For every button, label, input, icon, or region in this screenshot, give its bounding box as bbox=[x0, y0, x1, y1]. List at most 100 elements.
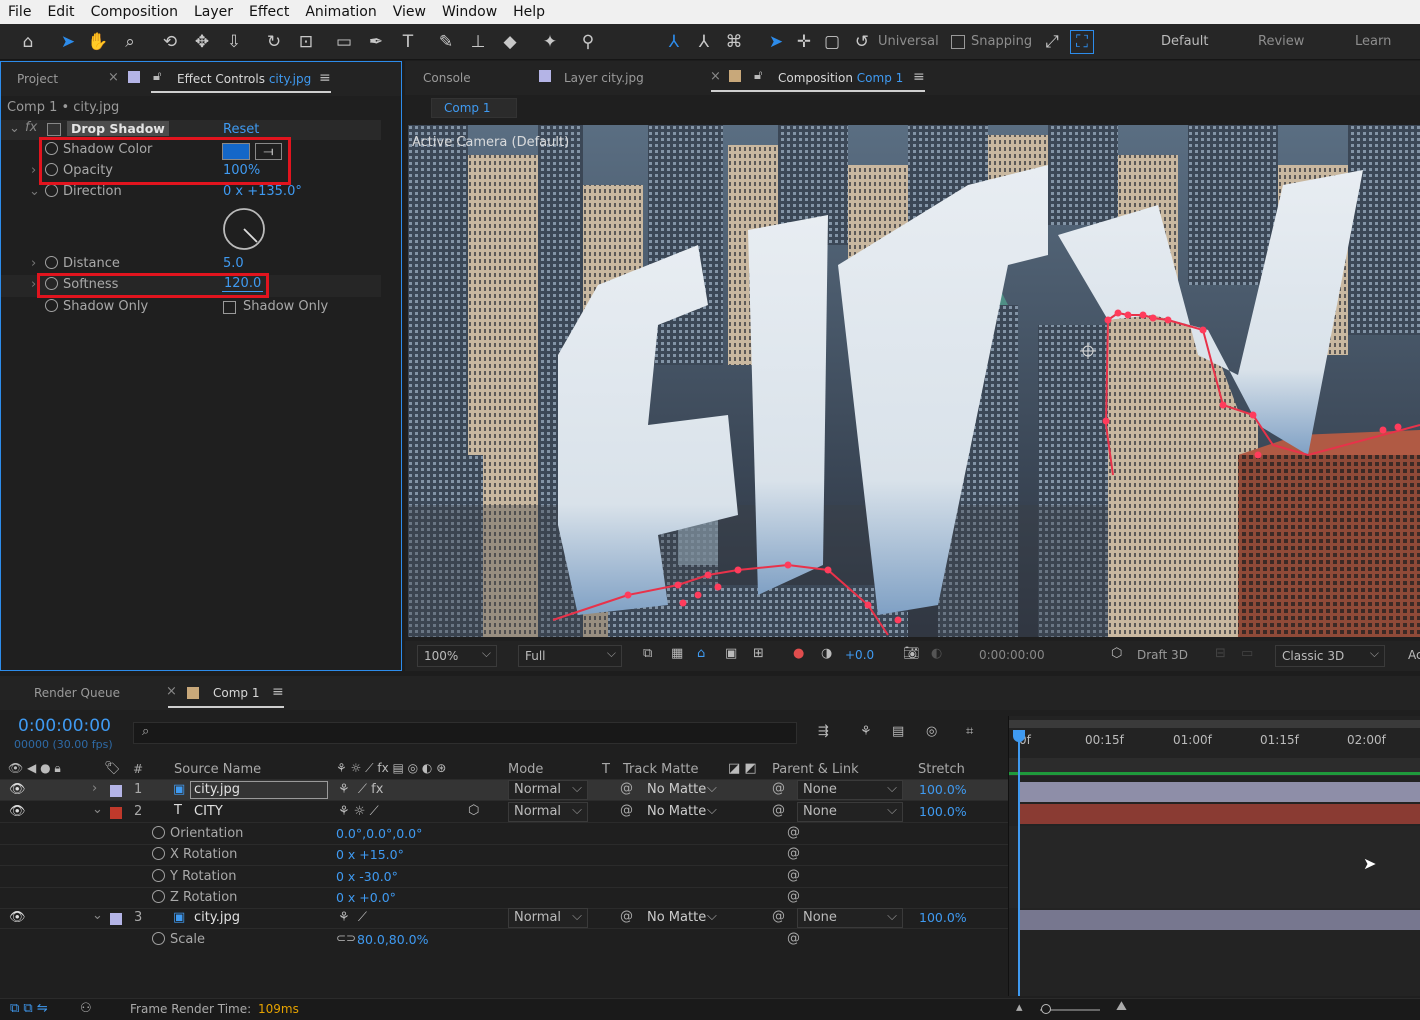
grid-guides-icon[interactable]: ⊞ bbox=[753, 646, 764, 661]
comp-mini-flowchart-icon[interactable]: ⇶ bbox=[818, 724, 829, 739]
layer-3-duration-bar[interactable] bbox=[1019, 910, 1420, 930]
expression-pickwhip-icon[interactable]: @ bbox=[787, 889, 800, 904]
stopwatch-icon[interactable] bbox=[152, 932, 165, 945]
3d-ground-plane-icon[interactable]: ⊟ bbox=[1215, 646, 1226, 661]
layer-name[interactable]: city.jpg bbox=[194, 910, 240, 925]
scale-value[interactable]: 80.0,80.0% bbox=[357, 932, 429, 947]
pan-behind-icon[interactable]: ⊡ bbox=[294, 30, 318, 54]
work-area-bar[interactable] bbox=[1009, 720, 1420, 728]
tab-effect-controls[interactable]: Effect Controls city.jpg bbox=[177, 72, 311, 86]
close-icon[interactable]: × bbox=[166, 684, 177, 699]
draft-3d-icon[interactable]: ⬡ bbox=[1111, 646, 1122, 661]
shadow-only-checkbox[interactable] bbox=[223, 301, 236, 314]
menu-edit[interactable]: Edit bbox=[39, 0, 82, 24]
rotate-tool-icon[interactable]: ↻ bbox=[262, 30, 286, 54]
pickwhip-icon[interactable]: @ bbox=[620, 803, 633, 818]
layer-name[interactable]: CITY bbox=[194, 804, 223, 819]
menu-file[interactable]: File bbox=[0, 0, 39, 24]
pickwhip-icon[interactable]: @ bbox=[620, 781, 633, 796]
stopwatch-icon[interactable] bbox=[152, 847, 165, 860]
tab-composition[interactable]: Composition Comp 1 bbox=[778, 71, 903, 85]
region-of-interest-icon[interactable]: ▣ bbox=[725, 646, 737, 661]
workspace-review[interactable]: Review bbox=[1258, 34, 1304, 49]
workspace-default[interactable]: Default bbox=[1161, 34, 1209, 49]
expand-chevron-icon[interactable]: › bbox=[31, 277, 36, 292]
tab-layer[interactable]: Layer city.jpg bbox=[564, 71, 644, 85]
lock-icon[interactable]: 🔓︎ bbox=[153, 69, 161, 84]
stopwatch-icon[interactable] bbox=[152, 890, 165, 903]
stopwatch-icon[interactable] bbox=[45, 256, 58, 269]
snapping-checkbox[interactable] bbox=[951, 35, 965, 49]
collapse-chevron-icon[interactable]: ⌄ bbox=[92, 802, 103, 817]
stopwatch-icon[interactable] bbox=[45, 184, 58, 197]
channel-icon[interactable]: ● bbox=[793, 646, 804, 661]
camera-dropdown[interactable]: Ac bbox=[1408, 648, 1420, 662]
snapshot-camera-icon[interactable]: 📷︎ bbox=[903, 646, 920, 661]
stretch-value[interactable]: 100.0% bbox=[919, 910, 967, 925]
show-snapshot-icon[interactable]: ◐ bbox=[931, 646, 942, 661]
x-rotation-value[interactable]: 0 x +15.0° bbox=[336, 847, 404, 862]
expression-pickwhip-icon[interactable]: @ bbox=[787, 868, 800, 883]
preview-toggle-icon[interactable]: ⧉ bbox=[643, 646, 652, 661]
composition-viewport[interactable]: Active Camera (Default) bbox=[408, 125, 1420, 637]
timeline-timecode[interactable]: 0:00:00:00 bbox=[18, 716, 111, 736]
label-color[interactable] bbox=[110, 785, 122, 797]
scale-icon[interactable]: ▢ bbox=[820, 30, 844, 54]
expression-pickwhip-icon[interactable]: @ bbox=[787, 825, 800, 840]
dolly-camera-icon[interactable]: ⇩ bbox=[222, 30, 246, 54]
menu-window[interactable]: Window bbox=[434, 0, 505, 24]
blend-mode-dropdown[interactable]: Normal bbox=[508, 802, 588, 822]
eraser-icon[interactable]: ◆ bbox=[498, 30, 522, 54]
rotate-icon[interactable]: ↺ bbox=[850, 30, 874, 54]
stopwatch-icon[interactable] bbox=[152, 826, 165, 839]
snap-options-icon[interactable]: ⤢ bbox=[1040, 30, 1064, 54]
local-axis-icon[interactable]: ⅄ bbox=[662, 30, 686, 54]
stopwatch-icon[interactable] bbox=[45, 299, 58, 312]
extended-viewer-icon[interactable]: ▭ bbox=[1241, 646, 1253, 661]
constrain-proportions-icon[interactable]: ⊂⊃ bbox=[336, 931, 356, 945]
brush-tool-icon[interactable]: ✎ bbox=[434, 30, 458, 54]
blend-mode-dropdown[interactable]: Normal bbox=[508, 908, 588, 928]
search-input[interactable]: ⌕ bbox=[133, 722, 797, 744]
zoom-tool-icon[interactable]: ⌕ bbox=[118, 30, 142, 54]
tab-render-queue[interactable]: Render Queue bbox=[34, 686, 120, 700]
stopwatch-icon[interactable] bbox=[152, 869, 165, 882]
collapse-chevron-icon[interactable]: ⌄ bbox=[29, 184, 40, 199]
pen-tool-icon[interactable]: ✒ bbox=[364, 30, 388, 54]
tab-comp[interactable]: Comp 1 bbox=[213, 686, 259, 700]
blend-mode-dropdown[interactable]: Normal bbox=[508, 780, 588, 800]
menu-composition[interactable]: Composition bbox=[83, 0, 186, 24]
orientation-value[interactable]: 0.0°,0.0°,0.0° bbox=[336, 826, 422, 841]
timeline-graph[interactable]: 0f 00:15f 01:00f 01:15f 02:00f ➤ bbox=[1008, 716, 1420, 996]
layer-name[interactable]: city.jpg bbox=[190, 781, 328, 799]
expand-chevron-icon[interactable]: › bbox=[31, 163, 36, 178]
track-matte-dropdown[interactable]: No Matte bbox=[647, 782, 706, 797]
reset-exposure-icon[interactable]: ◑ bbox=[821, 646, 832, 661]
close-icon[interactable]: × bbox=[108, 70, 119, 85]
parent-pickwhip-icon[interactable]: @ bbox=[772, 803, 785, 818]
puppet-pin-icon[interactable]: ⚲ bbox=[576, 30, 600, 54]
expression-pickwhip-icon[interactable]: @ bbox=[787, 846, 800, 861]
z-rotation-value[interactable]: 0 x +0.0° bbox=[336, 890, 396, 905]
pickwhip-icon[interactable]: @ bbox=[620, 909, 633, 924]
track-matte-dropdown[interactable]: No Matte bbox=[647, 804, 706, 819]
renderer-dropdown[interactable]: Classic 3D bbox=[1275, 645, 1385, 667]
roto-brush-icon[interactable]: ✦ bbox=[538, 30, 562, 54]
fx-icon[interactable]: fx bbox=[25, 120, 37, 135]
hand-tool-icon[interactable]: ✋ bbox=[86, 30, 110, 54]
label-color[interactable] bbox=[110, 807, 122, 819]
panel-menu-icon[interactable]: ≡ bbox=[272, 684, 284, 700]
menu-view[interactable]: View bbox=[385, 0, 434, 24]
shy-layers-icon[interactable]: ⚘ bbox=[860, 724, 872, 739]
render-time-toggle-icon[interactable]: ⚇ bbox=[80, 1001, 92, 1016]
visibility-eye-icon[interactable]: 👁︎ bbox=[9, 804, 26, 819]
type-tool-icon[interactable]: T bbox=[396, 30, 420, 54]
tab-project[interactable]: Project bbox=[17, 72, 58, 86]
motion-blur-icon[interactable]: ◎ bbox=[926, 724, 937, 739]
lock-icon[interactable]: 🔓︎ bbox=[754, 68, 762, 83]
rectangle-tool-icon[interactable]: ▭ bbox=[332, 30, 356, 54]
transparency-grid-icon[interactable]: ▦ bbox=[671, 646, 683, 661]
snapping-label[interactable]: Snapping bbox=[971, 34, 1032, 49]
tab-console[interactable]: Console bbox=[423, 71, 471, 85]
direction-value[interactable]: 0 x +135.0° bbox=[223, 184, 302, 199]
